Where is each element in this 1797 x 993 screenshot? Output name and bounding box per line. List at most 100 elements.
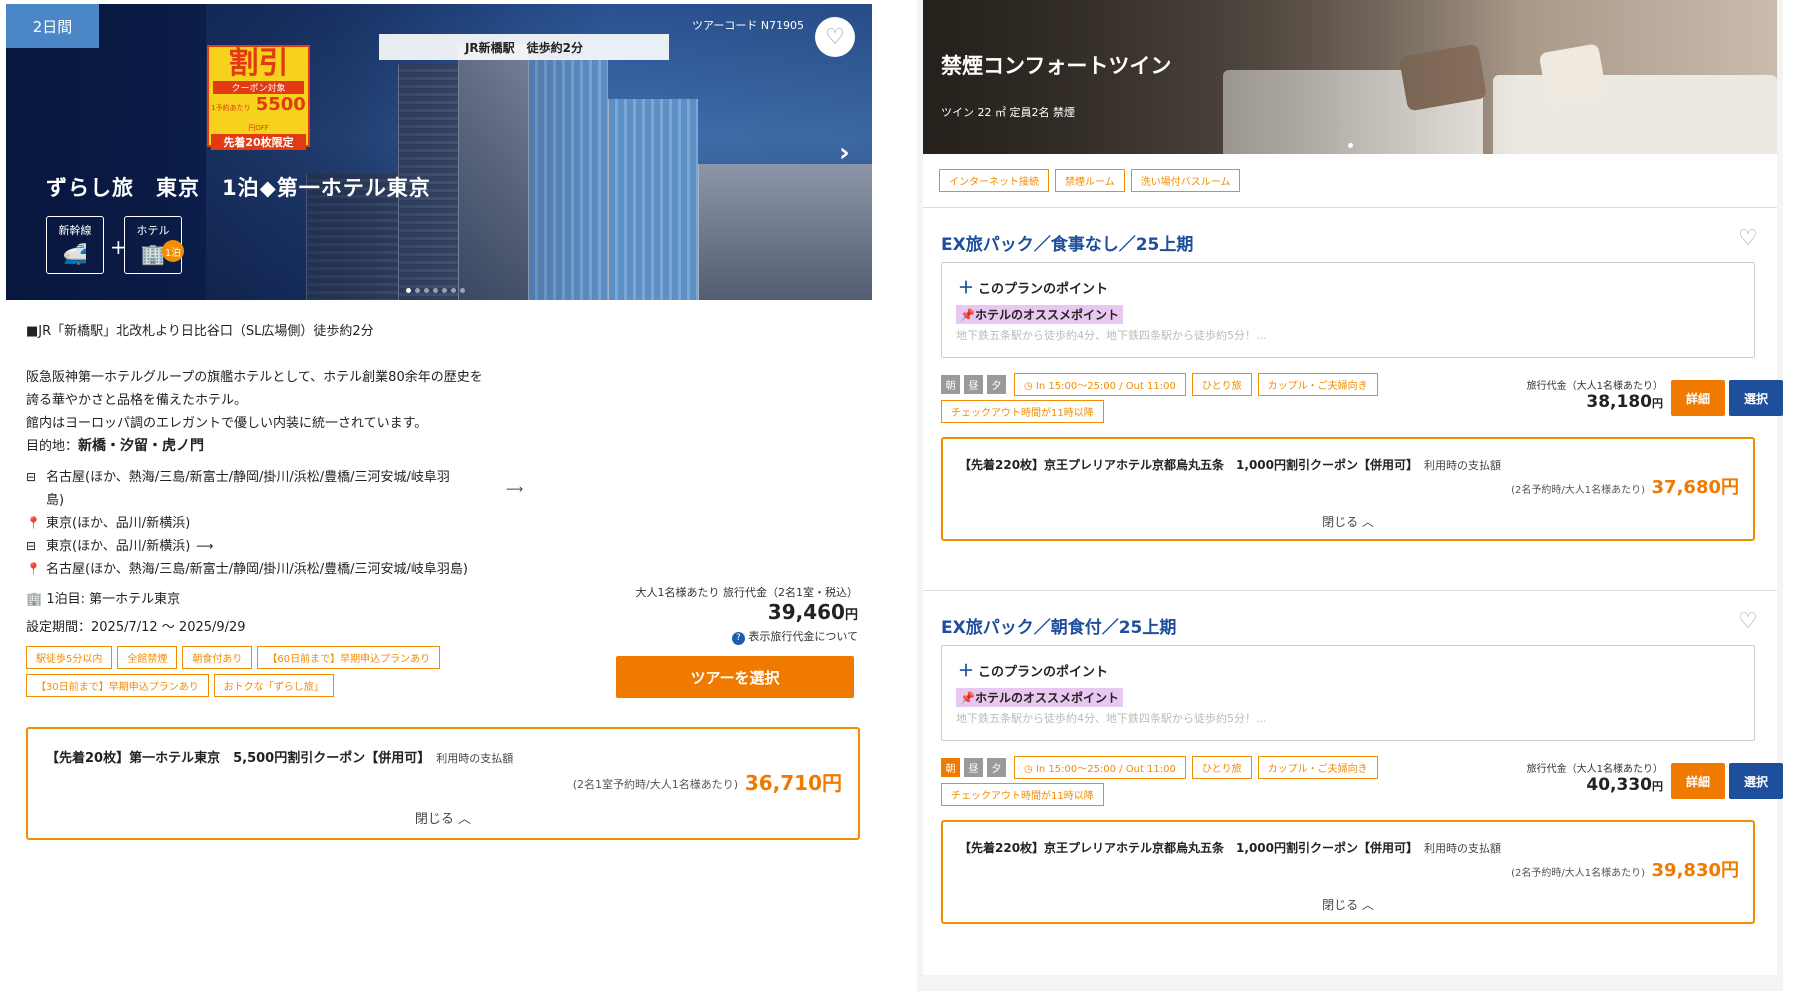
coupon-title: 【先着20枚】第一ホテル東京 5,500円割引クーポン【併用可】 bbox=[46, 751, 431, 766]
detail-button[interactable]: 詳細 bbox=[1671, 763, 1725, 799]
transport-shinkansen: 新幹線 🚅 bbox=[46, 216, 104, 274]
close-toggle[interactable]: 閉じる ︿ bbox=[943, 513, 1753, 530]
detail-button[interactable]: 詳細 bbox=[1671, 380, 1725, 416]
amenity-tag: 洗い場付バスルーム bbox=[1130, 169, 1241, 192]
coupon-box: 【先着20枚】第一ホテル東京 5,500円割引クーポン【併用可】 利用時の支払額 … bbox=[26, 727, 860, 840]
access-text: ■JR「新橋駅」北改札より日比谷口（SL広場側）徒歩約2分 bbox=[26, 324, 374, 339]
route-row: ⊟ 東京(ほか、品川/新横浜) ⟶ bbox=[26, 535, 546, 558]
feature-tag: おトクな「ずらし旅」 bbox=[213, 674, 334, 697]
carousel-dot[interactable] bbox=[424, 288, 429, 293]
carousel-dot[interactable] bbox=[460, 288, 465, 293]
coupon-sticker-amount: 5500 bbox=[255, 94, 306, 115]
coupon-title: 【先着220枚】京王プレリアホテル京都烏丸五条 1,000円割引クーポン【併用可… bbox=[959, 458, 1419, 472]
period-text: 設定期間：2025/7/12 〜 2025/9/29 bbox=[26, 620, 246, 635]
pin-icon: 📍 bbox=[26, 516, 41, 530]
plan-name[interactable]: EX旅パック／食事なし／25上期 bbox=[941, 230, 1193, 255]
coupon-sticker-sub: クーポン対象 bbox=[213, 81, 304, 94]
favorite-heart-icon[interactable]: ♡ bbox=[815, 17, 855, 57]
meal-dinner: 夕 bbox=[987, 375, 1006, 394]
coupon-box: 【先着220枚】京王プレリアホテル京都烏丸五条 1,000円割引クーポン【併用可… bbox=[941, 820, 1755, 924]
coupon-title-row: 【先着20枚】第一ホテル東京 5,500円割引クーポン【併用可】 利用時の支払額 bbox=[46, 747, 513, 766]
plan-points[interactable]: ＋このプランのポイント 📌ホテルのオススメポイント 地下鉄五条駅から徒歩約4分、… bbox=[941, 645, 1755, 741]
arrow-right-icon: ⟶ bbox=[506, 482, 524, 496]
feature-tags: 駅徒歩5分以内 全館禁煙 朝食付あり 【60日前まで】早期申込プランあり 【30… bbox=[26, 646, 506, 697]
plan-tag: ◷ In 15:00〜25:00 / Out 11:00 bbox=[1014, 756, 1186, 779]
carousel-dots[interactable] bbox=[406, 288, 465, 293]
carousel-dot[interactable] bbox=[433, 288, 438, 293]
chevron-right-icon[interactable]: › bbox=[839, 138, 850, 168]
points-header: ＋このプランのポイント bbox=[958, 278, 1109, 297]
plan-tag: チェックアウト時間が11時以降 bbox=[941, 783, 1104, 806]
room-image[interactable]: 禁煙コンフォートツイン ツイン 22 ㎡ 定員2名 禁煙 bbox=[923, 0, 1777, 154]
seat-icon: ⊟ bbox=[26, 539, 37, 553]
coupon-note: (2名予約時/大人1名様あたり) bbox=[1511, 868, 1645, 879]
carousel-dot[interactable] bbox=[415, 288, 420, 293]
meal-breakfast: 朝 bbox=[941, 375, 960, 394]
points-highlight: 📌ホテルのオススメポイント bbox=[956, 688, 1123, 707]
tour-panel: 2日間 割引 クーポン対象 1予約あたり 5500 円OFF 先着20枚限定 J… bbox=[0, 0, 880, 860]
plan-tag: ひとり旅 bbox=[1191, 373, 1252, 396]
room-meta: ツイン 22 ㎡ 定員2名 禁煙 bbox=[941, 106, 1075, 119]
arrow-right-icon: ⟶ bbox=[196, 539, 214, 553]
feature-tag: 駅徒歩5分以内 bbox=[26, 646, 113, 669]
favorite-heart-icon[interactable]: ♡ bbox=[1738, 609, 1758, 634]
coupon-note: (2名予約時/大人1名様あたり) bbox=[1511, 485, 1645, 496]
coupon-sticker-limit: 先着20枚限定 bbox=[211, 134, 306, 150]
carousel-dot[interactable] bbox=[442, 288, 447, 293]
destination-row: 目的地：新橋・汐留・虎ノ門 bbox=[26, 435, 483, 458]
plan-points[interactable]: ＋このプランのポイント 📌ホテルのオススメポイント 地下鉄五条駅から徒歩約4分、… bbox=[941, 262, 1755, 358]
route-text: 名古屋(ほか、熱海/三島/新富士/静岡/掛川/浜松/豊橋/三河安城/岐阜羽島) bbox=[46, 470, 450, 508]
select-button[interactable]: 選択 bbox=[1729, 763, 1783, 799]
price-about-link[interactable]: ? 表示旅行代金について bbox=[592, 628, 858, 645]
coupon-amount: 39,830円 bbox=[1651, 860, 1739, 881]
coupon-title: 【先着220枚】京王プレリアホテル京都烏丸五条 1,000円割引クーポン【併用可… bbox=[959, 841, 1419, 855]
carousel-dot[interactable] bbox=[406, 288, 411, 293]
pin-icon: 📍 bbox=[26, 562, 41, 576]
coupon-sub: 利用時の支払額 bbox=[436, 752, 514, 765]
price-yen: 円 bbox=[1652, 397, 1663, 410]
price-yen: 円 bbox=[844, 608, 858, 623]
tour-hero-image[interactable]: 2日間 割引 クーポン対象 1予約あたり 5500 円OFF 先着20枚限定 J… bbox=[6, 4, 872, 300]
seat-icon: ⊟ bbox=[26, 470, 37, 484]
tour-description: ■JR「新橋駅」北改札より日比谷口（SL広場側）徒歩約2分 阪急阪神第一ホテルグ… bbox=[26, 320, 483, 458]
plan-card: EX旅パック／食事なし／25上期 ♡ ＋このプランのポイント 📌ホテルのオススメ… bbox=[923, 226, 1783, 610]
hotel-icon: 🏢 bbox=[26, 592, 43, 607]
select-tour-button[interactable]: ツアーを選択 bbox=[616, 656, 854, 698]
meal-breakfast: 朝 bbox=[941, 758, 960, 777]
points-fade-text: 地下鉄五条駅から徒歩約4分、地下鉄四条駅から徒歩約5分！... bbox=[956, 329, 1267, 342]
price-value: 40,330 bbox=[1586, 775, 1652, 795]
route-list: ⊟ 名古屋(ほか、熱海/三島/新富士/静岡/掛川/浜松/豊橋/三河安城/岐阜羽島… bbox=[26, 466, 546, 581]
price-row: 39,460円 bbox=[592, 600, 858, 624]
route-row: 📍 東京(ほか、品川/新横浜) bbox=[26, 512, 546, 535]
carousel-dot[interactable] bbox=[451, 288, 456, 293]
meal-lunch: 昼 bbox=[964, 758, 983, 777]
divider bbox=[923, 207, 1777, 208]
destination-value: 新橋・汐留・虎ノ門 bbox=[78, 438, 205, 454]
room-title: 禁煙コンフォートツイン bbox=[941, 54, 1172, 78]
transport-label: ホテル bbox=[136, 224, 170, 237]
points-fade-text: 地下鉄五条駅から徒歩約4分、地下鉄四条駅から徒歩約5分！... bbox=[956, 712, 1267, 725]
tour-price: 大人1名様あたり 旅行代金（2名1室・税込） 39,460円 ? 表示旅行代金に… bbox=[592, 584, 858, 645]
coupon-sticker-per: 1予約あたり bbox=[211, 104, 251, 112]
amenity-tags: インターネット接続 禁煙ルーム 洗い場付バスルーム bbox=[939, 169, 1241, 192]
feature-tag: 【60日前まで】早期申込プランあり bbox=[257, 646, 441, 669]
destination-label: 目的地： bbox=[26, 439, 79, 454]
select-button[interactable]: 選択 bbox=[1729, 380, 1783, 416]
stay-text: 1泊目: 第一ホテル東京 bbox=[46, 592, 181, 607]
nights-badge: 1泊 bbox=[162, 240, 184, 262]
stay-row: 🏢 1泊目: 第一ホテル東京 bbox=[26, 588, 180, 607]
favorite-heart-icon[interactable]: ♡ bbox=[1738, 226, 1758, 251]
feature-tag: 朝食付あり bbox=[182, 646, 253, 669]
plan-tag: カップル・ご夫婦向き bbox=[1257, 756, 1378, 779]
route-text: 東京(ほか、品川/新横浜) bbox=[46, 516, 191, 531]
close-toggle[interactable]: 閉じる ︿ bbox=[943, 896, 1753, 913]
meal-row: 朝 昼 夕 ◷ In 15:00〜25:00 / Out 11:00 ひとり旅 … bbox=[941, 373, 1378, 396]
room-card: 禁煙コンフォートツイン ツイン 22 ㎡ 定員2名 禁煙 インターネット接続 禁… bbox=[923, 0, 1783, 975]
close-toggle[interactable]: 閉じる ︿ bbox=[28, 808, 858, 827]
feature-tag: 全館禁煙 bbox=[117, 646, 178, 669]
carousel-dot[interactable] bbox=[1348, 143, 1353, 148]
plan-tag: カップル・ご夫婦向き bbox=[1257, 373, 1378, 396]
price-yen: 円 bbox=[1652, 780, 1663, 793]
plan-name[interactable]: EX旅パック／朝食付／25上期 bbox=[941, 613, 1176, 638]
route-text: 東京(ほか、品川/新横浜) bbox=[46, 539, 191, 554]
